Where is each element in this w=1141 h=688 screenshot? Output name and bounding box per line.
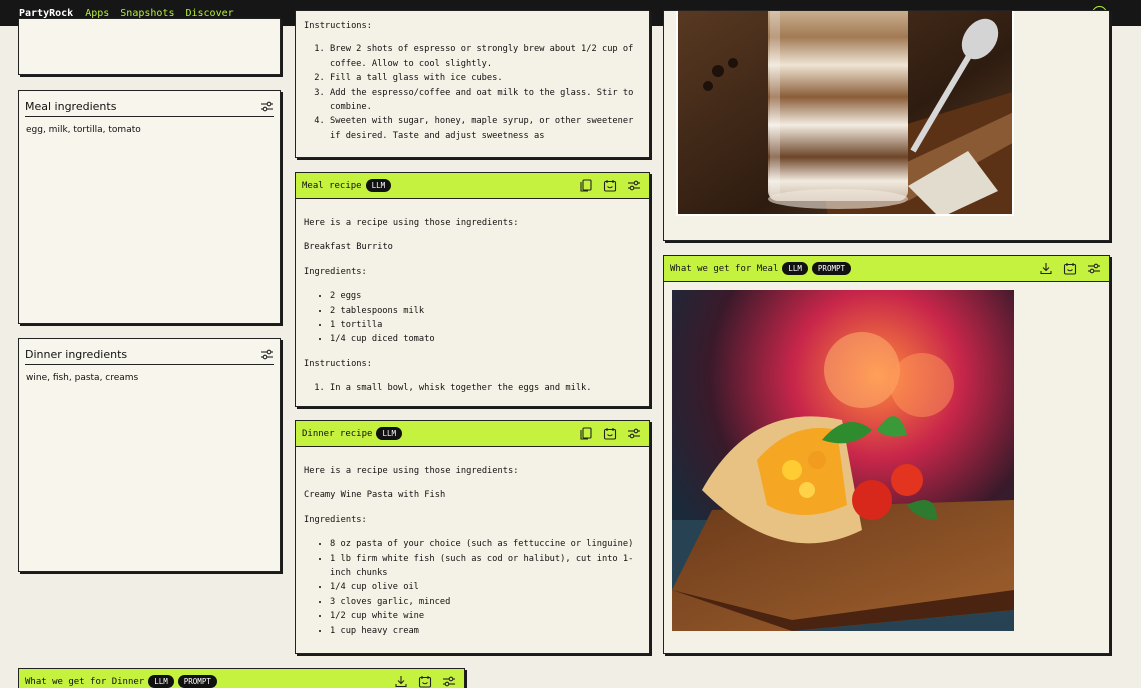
list-item: Brew 2 shots of espresso or strongly bre… [330,42,641,71]
widget-title: Meal recipe [302,180,362,191]
meal-image-widget: What we get for Meal LLM PROMPT [663,255,1110,654]
widget-header: Meal recipe LLM [296,173,649,199]
instructions-heading: Instructions: [304,358,372,369]
dinner-ingredients-widget: Dinner ingredients wine, fish, pasta, cr… [18,338,281,572]
list-item: 1 tortilla [330,318,641,332]
settings-sliders-icon[interactable] [1087,262,1101,275]
instructions-heading: Instructions: [304,21,372,31]
meal-ingredients-input[interactable]: egg, milk, tortilla, tomato [26,125,141,135]
list-item: Fill a tall glass with ice cubes. [330,71,641,85]
list-item: 8 oz pasta of your choice (such as fettu… [330,537,641,551]
widget-title: What we get for Meal [670,263,779,274]
widget-header: What we get for Meal LLM PROMPT [664,256,1109,282]
widget-toolbar [1039,262,1101,275]
ingredients-heading: Ingredients: [304,514,367,525]
list-item: 2 eggs [330,289,641,303]
widget-toolbar [579,179,641,192]
coffee-image-widget [663,10,1110,241]
recipe-intro: Here is a recipe using those ingredients… [304,218,519,228]
settings-sliders-icon[interactable] [260,100,274,113]
llm-badge: LLM [782,262,808,275]
list-item: 1 cup heavy cream [330,624,641,638]
recipe-text[interactable]: Instructions: Brew 2 shots of espresso o… [296,11,649,143]
widget-header: Dinner ingredients [25,345,274,365]
download-icon[interactable] [1039,262,1053,275]
dinner-ingredients-input[interactable]: wine, fish, pasta, creams [26,373,138,383]
meal-recipe-widget: Meal recipe LLM Here is a recipe using t… [295,172,650,407]
snapshot-icon[interactable] [1063,262,1077,275]
ingredients-heading: Ingredients: [304,266,367,277]
widget-title: Dinner ingredients [25,348,128,361]
dinner-recipe-widget: Dinner recipe LLM Here is a recipe using… [295,420,650,654]
list-item: Sweeten with sugar, honey, maple syrup, … [330,114,641,143]
settings-sliders-icon[interactable] [442,675,456,688]
llm-badge: LLM [376,427,402,440]
list-item: 2 tablespoons milk [330,304,641,318]
snapshot-icon[interactable] [603,179,617,192]
snapshot-icon[interactable] [603,427,617,440]
widget-title: Meal ingredients [25,100,117,113]
widget-header: Meal ingredients [25,97,274,117]
coffee-image [676,11,1014,216]
list-item: Add the espresso/coffee and oat milk to … [330,86,641,115]
prompt-badge: PROMPT [177,675,217,688]
llm-badge: LLM [148,675,174,688]
widget-title: What we get for Dinner [25,676,145,687]
prompt-badge: PROMPT [811,262,852,275]
widget-title: Dinner recipe [302,428,373,439]
layered-coffee-drink-image [678,11,1012,214]
settings-sliders-icon[interactable] [627,427,641,440]
list-item: In a small bowl, whisk together the eggs… [330,381,641,395]
widget-toolbar [394,675,456,688]
coffee-recipe-widget: Instructions: Brew 2 shots of espresso o… [295,10,650,158]
download-icon[interactable] [394,675,408,688]
recipe-text[interactable]: Here is a recipe using those ingredients… [296,447,649,638]
nav-snapshots[interactable]: Snapshots [120,8,174,19]
list-item: 1/2 cup white wine [330,609,641,623]
input-widget-partial [18,18,281,75]
recipe-text[interactable]: Here is a recipe using those ingredients… [296,199,649,396]
breakfast-burrito-image [672,290,1014,631]
widget-header: Dinner recipe LLM [296,421,649,447]
list-item: 1/4 cup diced tomato [330,332,641,346]
llm-badge: LLM [365,179,392,192]
nav-discover[interactable]: Discover [185,8,233,19]
recipe-name: Creamy Wine Pasta with Fish [304,490,446,501]
meal-ingredients-widget: Meal ingredients egg, milk, tortilla, to… [18,90,281,324]
brand-logo[interactable]: PartyRock [19,8,73,19]
widget-header: What we get for Dinner LLM PROMPT [19,669,464,688]
widget-toolbar [579,427,641,440]
recipe-name: Breakfast Burrito [304,242,393,253]
settings-sliders-icon[interactable] [627,179,641,192]
snapshot-icon[interactable] [418,675,432,688]
burrito-image [672,290,1014,631]
copy-icon[interactable] [579,427,593,440]
nav-apps[interactable]: Apps [85,8,109,19]
copy-icon[interactable] [579,179,593,192]
list-item: 3 cloves garlic, minced [330,595,641,609]
list-item: 1/4 cup olive oil [330,580,641,594]
recipe-intro: Here is a recipe using those ingredients… [304,466,519,476]
dinner-image-widget: What we get for Dinner LLM PROMPT [18,668,465,688]
list-item: 1 lb firm white fish (such as cod or hal… [330,552,641,581]
settings-sliders-icon[interactable] [260,348,274,361]
